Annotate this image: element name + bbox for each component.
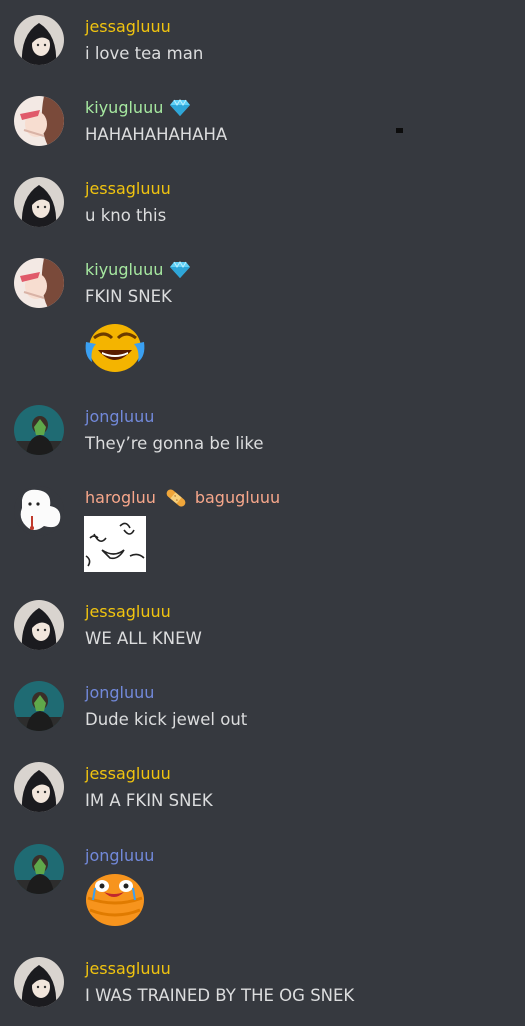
avatar-jongluuu[interactable] — [14, 844, 64, 894]
username[interactable]: jessagluuu — [85, 17, 171, 37]
username-line: kiyugluuu — [85, 98, 191, 118]
username-line: jongluuu — [85, 407, 154, 427]
stray-mark — [396, 128, 403, 133]
username-line: jessagluuu — [85, 764, 171, 784]
username-line: jongluuu — [85, 846, 154, 866]
message-text: They’re gonna be like — [85, 434, 264, 453]
username[interactable]: jessagluuu — [85, 602, 171, 622]
username[interactable]: jessagluuu — [85, 179, 171, 199]
username-line: jessagluuu — [85, 17, 171, 37]
username[interactable]: jongluuu — [85, 407, 154, 427]
avatar-jongluuu[interactable] — [14, 405, 64, 455]
message-text: WE ALL KNEW — [85, 629, 202, 648]
username[interactable]: kiyugluuu — [85, 98, 163, 118]
gem-icon — [170, 99, 191, 117]
username[interactable]: jessagluuu — [85, 959, 171, 979]
message-text: i love tea man — [85, 44, 204, 63]
avatar-kiyugluuu[interactable] — [14, 258, 64, 308]
message-text: I WAS TRAINED BY THE OG SNEK — [85, 986, 355, 1005]
avatar-kiyugluuu[interactable] — [14, 96, 64, 146]
username-line: jongluuu — [85, 683, 154, 703]
username[interactable]: harogluu — [85, 488, 156, 508]
message-text: HAHAHAHAHAHA — [85, 125, 228, 144]
username-line: jessagluuu — [85, 602, 171, 622]
username[interactable]: kiyugluuu — [85, 260, 163, 280]
doodle-face-sticker[interactable] — [84, 516, 146, 572]
username-2[interactable]: bagugluuu — [195, 488, 280, 508]
username[interactable]: jongluuu — [85, 683, 154, 703]
username-line: kiyugluuu — [85, 260, 191, 280]
username-line: jessagluuu — [85, 179, 171, 199]
message-text: IM A FKIN SNEK — [85, 791, 213, 810]
username[interactable]: jessagluuu — [85, 764, 171, 784]
gem-icon — [170, 261, 191, 279]
avatar-harogluu[interactable] — [14, 486, 64, 536]
avatar-jessagluuu[interactable] — [14, 957, 64, 1007]
avatar-jongluuu[interactable] — [14, 681, 64, 731]
crying-pancake-emoji[interactable] — [84, 868, 146, 928]
username-line: jessagluuu — [85, 959, 171, 979]
message-text: u kno this — [85, 206, 167, 225]
username-line: harogluu bagugluuu — [85, 488, 280, 508]
message-text: FKIN SNEK — [85, 287, 172, 306]
laughing-face-emoji[interactable] — [84, 316, 146, 376]
avatar-jessagluuu[interactable] — [14, 177, 64, 227]
avatar-jessagluuu[interactable] — [14, 762, 64, 812]
avatar-jessagluuu[interactable] — [14, 15, 64, 65]
chat-log: jessagluuu i love tea man kiyugluuu HAHA… — [0, 0, 525, 1026]
message-text: Dude kick jewel out — [85, 710, 248, 729]
bandage-icon — [164, 488, 188, 508]
avatar-jessagluuu[interactable] — [14, 600, 64, 650]
username[interactable]: jongluuu — [85, 846, 154, 866]
